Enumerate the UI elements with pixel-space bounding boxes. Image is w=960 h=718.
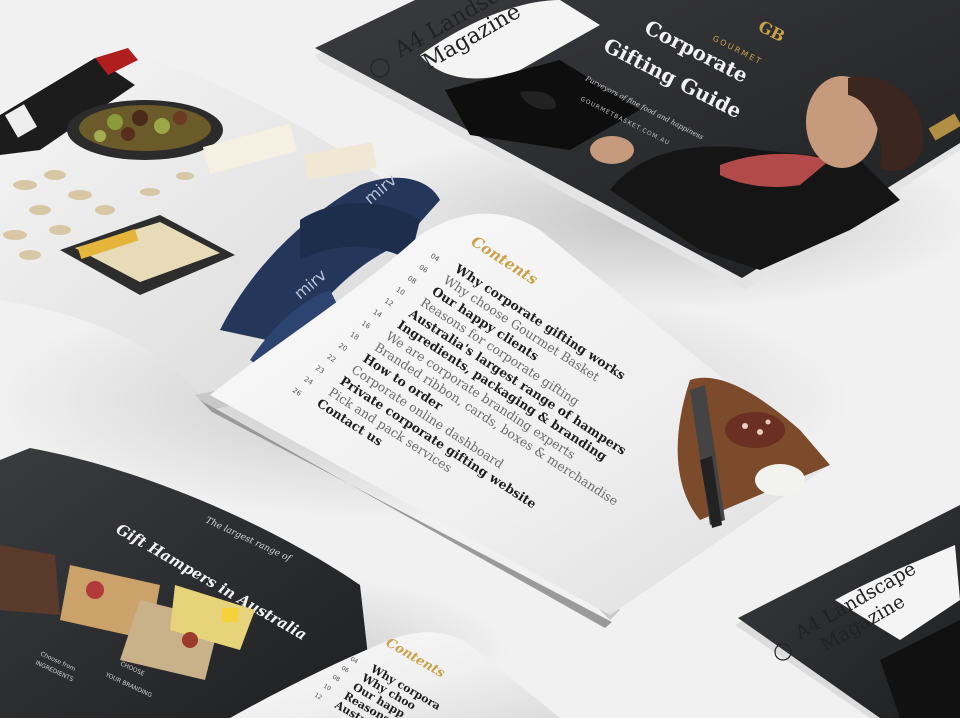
cover-bottom-right: A4 Landscape Magazine xyxy=(735,505,960,718)
magazine-mockup-scene: GB GOURMET Corporate Gifting Guide Purve… xyxy=(0,0,960,718)
olives-bowl-photo xyxy=(67,100,223,160)
